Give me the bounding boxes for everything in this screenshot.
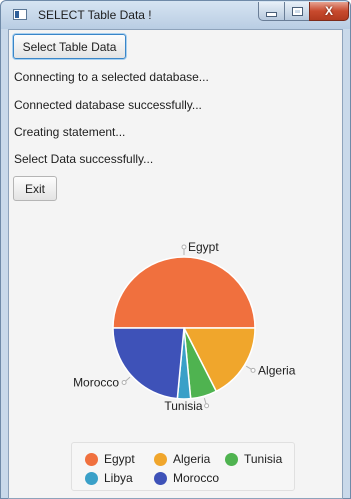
legend-item-algeria: Algeria xyxy=(154,452,210,466)
legend-label-tunisia: Tunisia xyxy=(244,452,283,466)
minimize-icon xyxy=(266,12,277,17)
app-window-icon xyxy=(13,9,27,20)
pie-label-dot-morocco xyxy=(121,380,127,386)
title-bar[interactable]: SELECT Table Data ! X xyxy=(1,1,350,29)
pie-label-dot-tunisia xyxy=(204,403,210,409)
close-icon: X xyxy=(324,4,333,18)
legend-label-morocco: Morocco xyxy=(173,471,220,485)
legend-label-egypt: Egypt xyxy=(104,452,135,466)
legend-swatch-tunisia xyxy=(225,452,238,466)
pie-slice-egypt xyxy=(112,256,256,329)
content-area: Select Table Data Connecting to a select… xyxy=(8,29,343,499)
maximize-icon xyxy=(291,6,303,16)
legend-item-tunisia: Tunisia xyxy=(225,452,282,466)
pie-label-tunisia: Tunisia xyxy=(164,399,203,413)
minimize-button[interactable] xyxy=(258,2,285,21)
pie-label-morocco: Morocco xyxy=(73,376,119,390)
pie-label-algeria: Algeria xyxy=(258,363,296,377)
legend-label-algeria: Algeria xyxy=(173,452,211,466)
pie-chart: Egypt Algeria Tunisia Morocco xyxy=(73,240,296,413)
legend-item-libya: Libya xyxy=(85,471,133,485)
close-button[interactable]: X xyxy=(309,2,349,21)
pie-label-egypt: Egypt xyxy=(188,240,219,254)
chart-legend: Egypt Algeria Tunisia Libya Morocco xyxy=(71,442,295,491)
pie-slice-morocco xyxy=(112,327,185,400)
pie-label-dot-algeria xyxy=(250,367,256,373)
maximize-button[interactable] xyxy=(284,2,310,21)
legend-swatch-morocco xyxy=(154,471,167,485)
window-title: SELECT Table Data ! xyxy=(38,8,152,22)
app-window: SELECT Table Data ! X Select Table Data … xyxy=(0,0,351,499)
legend-item-egypt: Egypt xyxy=(85,452,135,466)
legend-item-morocco: Morocco xyxy=(154,471,219,485)
legend-swatch-algeria xyxy=(154,452,167,466)
legend-swatch-egypt xyxy=(85,452,98,466)
legend-label-libya: Libya xyxy=(104,471,133,485)
pie-label-dot-egypt xyxy=(181,244,187,250)
legend-swatch-libya xyxy=(85,471,98,485)
